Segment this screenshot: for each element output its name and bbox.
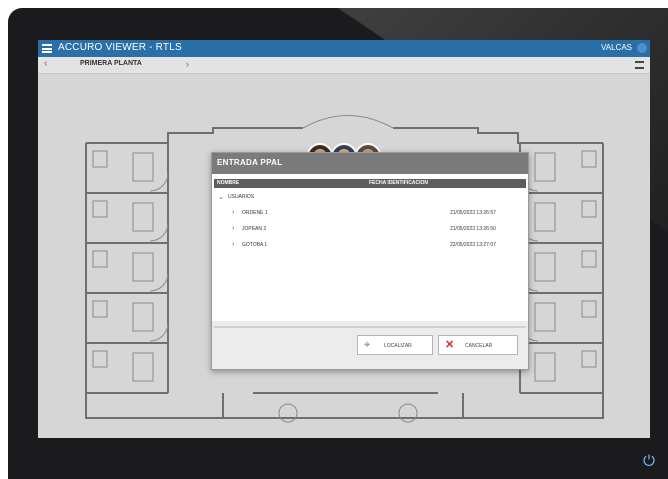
tree-group-row[interactable]: ⌄ USUARIOS — [218, 191, 518, 204]
tree-item-label: JOPEAN 2 — [242, 226, 267, 232]
chevron-right-icon[interactable]: › — [186, 59, 189, 69]
cancel-button[interactable]: ✕ CANCELAR — [438, 335, 518, 355]
user-name[interactable]: VALCAS — [601, 43, 632, 52]
power-icon[interactable] — [642, 453, 656, 467]
dialog-divider — [214, 326, 526, 328]
dialog-tree-table: NOMBRE FECHA IDENTIFICACION ⌄ USUARIOS ›… — [212, 174, 528, 321]
cancel-button-label: CANCELAR — [465, 343, 493, 349]
user-avatar-icon[interactable] — [637, 43, 647, 53]
column-header-date[interactable]: FECHA IDENTIFICACION — [369, 180, 428, 186]
dialog-header: ENTRADA PPAL — [212, 153, 528, 174]
app-titlebar: ACCURO VIEWER - RTLS VALCAS — [38, 40, 650, 57]
tree-item-label: ORDENE 1 — [242, 210, 268, 216]
dialog-title: ENTRADA PPAL — [217, 158, 283, 167]
tree-group-label: USUARIOS — [228, 194, 255, 200]
app-title: ACCURO VIEWER - RTLS — [58, 42, 182, 53]
locate-button-label: LOCALIZAR — [384, 343, 412, 349]
chevron-left-icon[interactable]: ‹ — [44, 58, 47, 69]
table-header: NOMBRE FECHA IDENTIFICACION — [214, 179, 526, 188]
chevron-down-icon[interactable]: ⌄ — [218, 193, 224, 201]
column-header-name[interactable]: NOMBRE — [217, 180, 239, 186]
tree-item-label: GOTOBA 1 — [242, 242, 268, 248]
locate-icon: ⌖ — [364, 339, 371, 351]
chevron-right-icon[interactable]: › — [232, 209, 234, 216]
tree-item-date: 21/05/2023 13:26:57 — [450, 210, 496, 216]
app-screen: ACCURO VIEWER - RTLS VALCAS ‹ PRIMERA PL… — [38, 40, 650, 438]
close-icon: ✕ — [445, 339, 455, 351]
tree-item-date: 22/05/2023 13:27:07 — [450, 242, 496, 248]
floor-toolbar: ‹ PRIMERA PLANTA › — [38, 57, 650, 74]
tree-item-row[interactable]: › ORDENE 1 21/05/2023 13:26:57 — [232, 207, 522, 220]
floor-selector[interactable]: PRIMERA PLANTA — [80, 60, 142, 67]
hamburger-menu-icon[interactable] — [42, 44, 52, 53]
tree-item-date: 21/05/2023 13:26:50 — [450, 226, 496, 232]
filter-icon[interactable] — [635, 61, 644, 69]
chevron-right-icon[interactable]: › — [232, 241, 234, 248]
chevron-right-icon[interactable]: › — [232, 225, 234, 232]
location-dialog: ENTRADA PPAL NOMBRE FECHA IDENTIFICACION… — [211, 152, 529, 370]
tree-item-row[interactable]: › JOPEAN 2 21/05/2023 13:26:50 — [232, 223, 522, 236]
tree-item-row[interactable]: › GOTOBA 1 22/05/2023 13:27:07 — [232, 239, 522, 252]
locate-button[interactable]: ⌖ LOCALIZAR — [357, 335, 433, 355]
tablet-frame: ACCURO VIEWER - RTLS VALCAS ‹ PRIMERA PL… — [8, 8, 668, 479]
